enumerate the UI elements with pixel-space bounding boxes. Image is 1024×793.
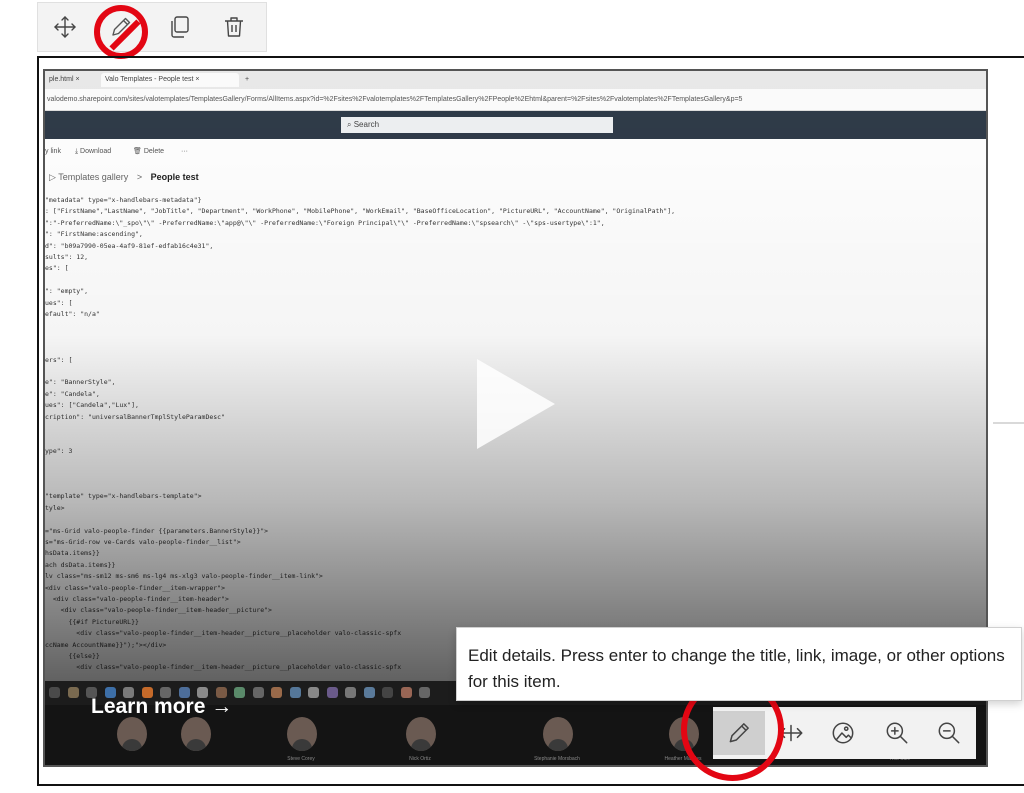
- taskbar-app-icon: [363, 687, 375, 698]
- play-icon[interactable]: [477, 359, 555, 449]
- code-line: <div class="valo-people-finder__item-hea…: [45, 663, 402, 672]
- taskbar-app-icon: [382, 687, 393, 698]
- code-line: ="ms-Grid valo-people-finder {{parameter…: [45, 526, 269, 535]
- code-line: d": "b09a7990-05ea-4af9-81ef-edfab16c4e3…: [45, 241, 214, 250]
- sharepoint-header: ⌕ Search: [45, 111, 986, 139]
- code-line: es": [: [45, 264, 69, 273]
- code-line: tyle>: [45, 503, 65, 512]
- code-line: s="ms-Grid-row ve-Cards valo-people-find…: [45, 538, 241, 546]
- webpart-toolbar: [37, 2, 267, 59]
- code-line: ers": [: [45, 355, 73, 364]
- new-tab-icon: +: [245, 76, 250, 83]
- taskbar-app-icon: [234, 687, 245, 698]
- breadcrumb-current: People test: [150, 172, 199, 182]
- avatar: [543, 717, 573, 751]
- code-line: cription": "universalBannerTmplStylePara…: [45, 412, 226, 421]
- taskbar-app-icon: [49, 687, 60, 698]
- breadcrumb: ▷ Templates gallery > People test: [45, 166, 199, 188]
- delete-command: 🗑 Delete: [133, 148, 165, 155]
- no-edit-slash: [109, 19, 141, 51]
- code-line: e": "Candela",: [45, 389, 100, 398]
- participant-tile: Stephanie Morsbach: [527, 705, 587, 765]
- zoom-out-icon: [938, 722, 960, 744]
- taskbar-app-icon: [252, 687, 264, 698]
- tab-label: Valo Templates - People test: [105, 76, 194, 83]
- code-line: ues": ["Candela","Lux"],: [45, 401, 139, 410]
- duplicate-button[interactable]: [163, 11, 195, 43]
- search-label: Search: [353, 120, 380, 129]
- breadcrumb-parent-label: Templates gallery: [58, 172, 129, 182]
- code-line: ": "FirstName:ascending",: [45, 230, 143, 239]
- code-line: ccName AccountName}}");"></div>: [45, 640, 167, 649]
- participant-tile: Steve Corey: [271, 705, 331, 765]
- taskbar-app-icon: [326, 687, 338, 698]
- avatar: [406, 717, 436, 751]
- code-line: sults": 12,: [45, 253, 89, 261]
- address-bar: valodemo.sharepoint.com/sites/valotempla…: [45, 89, 986, 111]
- code-line: lv class="ms-sm12 ms-sm6 ms-lg4 ms-xlg3 …: [45, 572, 323, 581]
- taskbar-app-icon: [345, 687, 356, 698]
- taskbar-app-icon: [67, 687, 79, 698]
- side-divider: [993, 422, 1024, 424]
- zoom-in-button[interactable]: [871, 711, 923, 755]
- code-line: <div class="valo-people-finder__item-hea…: [45, 595, 229, 603]
- move-icon: [54, 16, 76, 38]
- code-line: {{else}}: [45, 652, 100, 660]
- search-box: ⌕ Search: [341, 117, 613, 133]
- code-line: <div class="valo-people-finder__item-hea…: [45, 606, 272, 615]
- browser-tab-active: Valo Templates - People test ×: [101, 73, 239, 87]
- image-focus-icon: [832, 722, 854, 744]
- code-line: e": "BannerStyle",: [45, 378, 116, 387]
- code-line: <div class="valo-people-finder__item-wra…: [45, 583, 226, 592]
- code-line: ues": [: [45, 298, 73, 307]
- zoom-in-icon: [886, 722, 908, 744]
- move-button[interactable]: [49, 11, 81, 43]
- taskbar-app-icon: [308, 687, 319, 698]
- download-command: ⤓ Download: [75, 148, 112, 155]
- code-line: "metadata" type="x-handlebars-metadata"}: [45, 196, 202, 204]
- taskbar-app-icon: [271, 687, 282, 698]
- delete-label: Delete: [143, 148, 165, 155]
- code-line: hsData.items}}: [45, 549, 100, 558]
- zoom-out-button[interactable]: [923, 711, 975, 755]
- breadcrumb-separator: >: [136, 172, 143, 182]
- image-focus-button[interactable]: [817, 711, 869, 755]
- command-bar: y link ⤓ Download 🗑 Delete ···: [45, 141, 986, 163]
- participant-name: Steve Corey: [287, 756, 315, 762]
- no-edit-annotation: [94, 5, 148, 59]
- taskbar-app-icon: [419, 687, 430, 698]
- download-label: Download: [80, 148, 112, 155]
- code-line: "template" type="x-handlebars-template">: [45, 492, 202, 501]
- code-line: {{#if PictureURL}}: [45, 617, 139, 626]
- code-line: ": "empty",: [45, 287, 89, 296]
- participant-name: Stephanie Morsbach: [534, 756, 580, 762]
- avatar: [117, 717, 147, 751]
- taskbar-app-icon: [289, 687, 301, 698]
- delete-icon: [225, 17, 243, 37]
- avatar: [287, 717, 317, 751]
- edit-details-tooltip: Edit details. Press enter to change the …: [456, 627, 1022, 701]
- code-line: efault": "n/a": [45, 310, 100, 318]
- code-line: ach dsData.items}}: [45, 560, 116, 569]
- avatar: [181, 717, 211, 751]
- code-line: : ["FirstName","LastName", "JobTitle", "…: [45, 207, 676, 216]
- participant-name: Nick Ortiz: [409, 756, 431, 762]
- taskbar-app-icon: [400, 687, 412, 698]
- browser-tab-bar: ple.html × Valo Templates - People test …: [45, 71, 986, 89]
- copy-link-command: y link: [45, 148, 61, 155]
- code-line: ":"-PreferredName:\"_spo\"\" -PreferredN…: [45, 218, 605, 227]
- delete-button[interactable]: [218, 11, 250, 43]
- tab-label: ple.html: [49, 76, 74, 83]
- browser-tab: ple.html ×: [49, 76, 80, 83]
- code-line: <div class="valo-people-finder__item-hea…: [45, 629, 402, 638]
- breadcrumb-parent: ▷ Templates gallery: [49, 172, 129, 182]
- duplicate-icon: [171, 16, 189, 38]
- learn-more-link[interactable]: Learn more →: [91, 695, 232, 719]
- more-command: ···: [181, 148, 188, 155]
- code-line: ype": 3: [45, 446, 73, 455]
- participant-tile: Nick Ortiz: [390, 705, 450, 765]
